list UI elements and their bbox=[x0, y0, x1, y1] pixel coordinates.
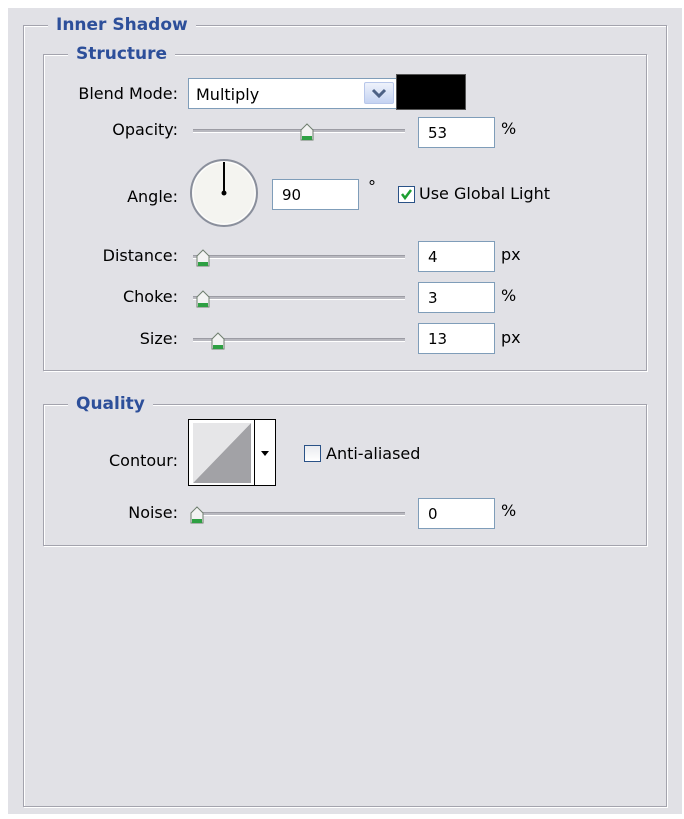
inner-shadow-title: Inner Shadow bbox=[48, 15, 196, 35]
opacity-slider-track[interactable] bbox=[193, 129, 405, 133]
blend-mode-label: Blend Mode: bbox=[78, 84, 178, 103]
distance-slider-thumb[interactable] bbox=[196, 249, 210, 267]
inner-shadow-panel: Inner Shadow Structure Blend Mode: Multi… bbox=[8, 8, 682, 814]
blend-mode-value: Multiply bbox=[196, 85, 260, 104]
anti-aliased-label[interactable]: Anti-aliased bbox=[326, 444, 420, 464]
anti-aliased-checkbox[interactable] bbox=[304, 445, 321, 462]
angle-label: Angle: bbox=[127, 187, 178, 206]
contour-label: Contour: bbox=[109, 451, 178, 470]
structure-title: Structure bbox=[68, 44, 176, 64]
size-slider-thumb[interactable] bbox=[211, 332, 225, 350]
angle-input[interactable]: 90 bbox=[272, 179, 359, 210]
angle-dial[interactable] bbox=[188, 157, 260, 229]
choke-input[interactable]: 3 bbox=[418, 282, 495, 313]
quality-title: Quality bbox=[68, 394, 153, 414]
use-global-light-checkbox[interactable] bbox=[398, 186, 415, 203]
use-global-light-label[interactable]: Use Global Light bbox=[419, 184, 550, 204]
quality-group bbox=[43, 404, 647, 546]
opacity-slider-thumb[interactable] bbox=[300, 123, 314, 141]
shadow-color-swatch[interactable] bbox=[396, 74, 466, 110]
opacity-label: Opacity: bbox=[112, 120, 178, 139]
distance-label: Distance: bbox=[102, 246, 178, 265]
noise-slider-thumb[interactable] bbox=[190, 506, 204, 524]
blend-mode-dropdown-button[interactable] bbox=[364, 82, 394, 104]
chevron-down-icon bbox=[371, 88, 387, 99]
distance-slider-track[interactable] bbox=[193, 255, 405, 259]
distance-input[interactable]: 4 bbox=[418, 241, 495, 272]
contour-dropdown-button[interactable] bbox=[254, 420, 275, 485]
distance-unit: px bbox=[501, 245, 521, 264]
noise-label: Noise: bbox=[128, 503, 178, 522]
size-input[interactable]: 13 bbox=[418, 323, 495, 354]
choke-slider-thumb[interactable] bbox=[196, 290, 210, 308]
size-label: Size: bbox=[139, 329, 178, 348]
choke-label: Choke: bbox=[122, 287, 178, 306]
angle-unit: ° bbox=[368, 177, 376, 196]
blend-mode-select[interactable]: Multiply bbox=[188, 78, 397, 109]
contour-preview-icon bbox=[193, 423, 251, 483]
size-unit: px bbox=[501, 328, 521, 347]
triangle-down-icon bbox=[261, 451, 269, 456]
noise-unit: % bbox=[501, 501, 517, 520]
choke-unit: % bbox=[501, 286, 517, 305]
checkmark-icon bbox=[401, 189, 412, 201]
noise-input[interactable]: 0 bbox=[418, 498, 495, 529]
choke-slider-track[interactable] bbox=[193, 296, 405, 300]
opacity-unit: % bbox=[501, 119, 517, 138]
opacity-input[interactable]: 53 bbox=[418, 117, 495, 148]
noise-slider-track[interactable] bbox=[193, 512, 405, 516]
contour-picker[interactable] bbox=[188, 419, 276, 486]
